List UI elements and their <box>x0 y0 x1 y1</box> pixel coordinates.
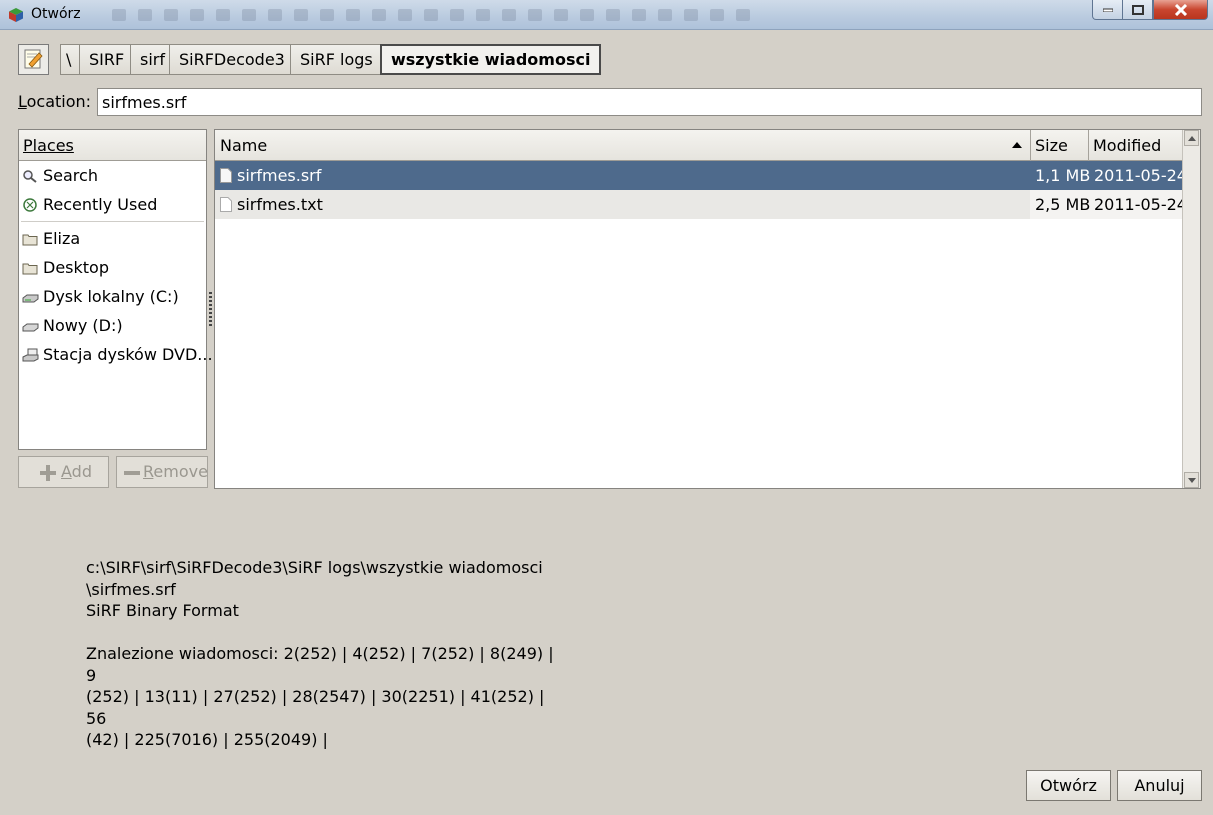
preview-format: SiRF Binary Format <box>86 601 239 620</box>
preview-messages-line: (252) | 13(11) | 27(252) | 28(2547) | 30… <box>86 687 545 728</box>
place-drive-d[interactable]: Nowy (D:) <box>19 311 206 340</box>
harddisk-icon <box>22 323 39 332</box>
place-dvd-drive[interactable]: Stacja dysków DVD... <box>19 340 213 369</box>
preview-messages-line: (42) | 225(7016) | 255(2049) | <box>86 730 328 749</box>
places-sidebar: Places Search Recently Used Eliza Deskto… <box>18 129 213 450</box>
column-header-size[interactable]: Size <box>1030 130 1089 161</box>
file-list: Name Size Modified sirfmes.srf 1,1 MB 20… <box>214 129 1201 489</box>
file-list-header: Name Size Modified <box>215 130 1182 161</box>
edit-pencil-icon <box>24 49 43 69</box>
place-eliza[interactable]: Eliza <box>19 224 206 253</box>
preview-path-line: \sirfmes.srf <box>86 579 176 599</box>
folder-icon <box>22 263 38 275</box>
file-size: 1,1 MB <box>1035 166 1091 185</box>
file-document-icon <box>220 168 232 183</box>
scroll-up-button[interactable] <box>1184 130 1199 146</box>
preview-messages-line: Znalezione wiadomosci: 2(252) | 4(252) |… <box>86 644 554 685</box>
breadcrumb-wszystkie-wiadomosci[interactable]: wszystkie wiadomosci <box>380 44 602 75</box>
file-document-icon <box>220 197 232 212</box>
place-desktop[interactable]: Desktop <box>19 253 206 282</box>
breadcrumb-sirf-logs[interactable]: SiRF logs <box>290 44 383 75</box>
file-name: sirfmes.txt <box>237 195 323 214</box>
file-modified: 2011-05-24 <box>1094 166 1187 185</box>
file-preview-info: c:\SIRF\sirf\SiRFDecode3\SiRF logs\wszys… <box>86 557 566 751</box>
plus-icon <box>40 465 56 481</box>
remove-place-button[interactable]: Remove <box>116 456 208 488</box>
file-row-sirfmes-srf[interactable]: sirfmes.srf 1,1 MB 2011-05-24 <box>215 161 1187 190</box>
add-place-button[interactable]: Add <box>18 456 109 488</box>
file-name: sirfmes.srf <box>237 166 322 185</box>
column-header-name[interactable]: Name <box>215 130 1031 161</box>
column-header-modified[interactable]: Modified <box>1088 130 1182 161</box>
file-modified: 2011-05-24 <box>1094 195 1187 214</box>
breadcrumb-sirf-upper[interactable]: SIRF <box>79 44 135 75</box>
preview-path-line: c:\SIRF\sirf\SiRFDecode3\SiRF logs\wszys… <box>86 558 543 577</box>
folder-icon <box>22 234 38 246</box>
location-label: Location: <box>18 92 92 111</box>
background-toolbar-ghost <box>112 9 750 21</box>
title-bar: Otwórz <box>0 0 1213 30</box>
edit-location-toggle-button[interactable] <box>18 44 49 75</box>
place-recently-used[interactable]: Recently Used <box>19 190 206 219</box>
harddisk-icon <box>22 294 39 303</box>
breadcrumb-root[interactable]: \ <box>60 44 80 75</box>
maximize-button[interactable] <box>1122 0 1153 20</box>
file-size: 2,5 MB <box>1035 195 1091 214</box>
sort-ascending-icon <box>1012 142 1022 148</box>
close-icon <box>1174 3 1187 16</box>
magnifier-icon <box>23 170 37 183</box>
minus-icon <box>124 471 140 475</box>
pane-resize-grip[interactable] <box>209 292 212 326</box>
place-search[interactable]: Search <box>19 161 206 190</box>
open-button[interactable]: Otwórz <box>1026 770 1111 801</box>
place-drive-c[interactable]: Dysk lokalny (C:) <box>19 282 206 311</box>
app-cube-icon <box>9 8 23 22</box>
chevron-up-icon <box>1188 136 1196 141</box>
window-title: Otwórz <box>31 6 81 22</box>
places-separator <box>21 221 204 222</box>
scroll-down-button[interactable] <box>1184 472 1199 488</box>
close-button[interactable] <box>1153 0 1208 20</box>
maximize-icon <box>1131 4 1144 15</box>
vertical-scrollbar[interactable] <box>1182 130 1200 488</box>
minimize-button[interactable] <box>1092 0 1123 20</box>
location-input[interactable] <box>97 88 1202 116</box>
breadcrumb-sirfdecode3[interactable]: SiRFDecode3 <box>169 44 295 75</box>
recent-clock-icon <box>23 198 37 212</box>
cancel-button[interactable]: Anuluj <box>1117 770 1202 801</box>
file-row-sirfmes-txt[interactable]: sirfmes.txt 2,5 MB 2011-05-24 <box>215 190 1187 219</box>
places-header[interactable]: Places <box>19 130 206 161</box>
dvd-drive-icon <box>22 348 39 362</box>
chevron-down-icon <box>1188 478 1196 483</box>
minimize-icon <box>1102 8 1113 12</box>
